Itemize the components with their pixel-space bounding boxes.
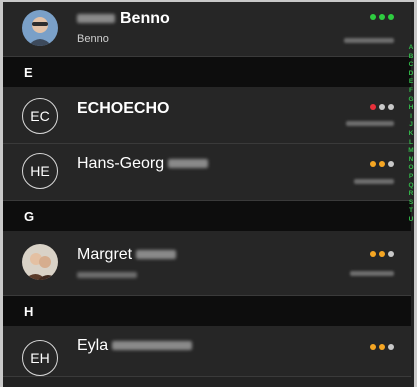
section-header-e: E	[3, 57, 411, 87]
alphabet-index-letter[interactable]: M	[408, 147, 413, 156]
alphabet-index-letter[interactable]: C	[409, 61, 414, 70]
section-header-g: G	[3, 201, 411, 231]
alphabet-index-letter[interactable]: T	[409, 207, 413, 216]
contact-avatar-initials: EH	[22, 340, 58, 376]
alphabet-index-letter[interactable]: A	[409, 44, 414, 53]
alphabet-index-letter[interactable]: K	[409, 130, 414, 139]
status-dot-grey	[388, 104, 394, 110]
alphabet-index-letter[interactable]: S	[409, 199, 413, 208]
contact-row-echoecho[interactable]: EC ECHOECHO	[3, 87, 411, 144]
status-dots	[370, 104, 394, 110]
alphabet-index-letter[interactable]: J	[409, 121, 413, 130]
contact-name: Eyla	[77, 337, 193, 355]
status-dot-grey	[388, 251, 394, 257]
status-dot-orange	[370, 344, 376, 350]
alphabet-index-letter[interactable]: G	[408, 96, 413, 105]
redacted-id	[344, 38, 394, 43]
status-dot-green	[388, 14, 394, 20]
section-header-h: H	[3, 296, 411, 326]
section-letter: G	[24, 209, 35, 224]
status-dot-orange	[379, 251, 385, 257]
section-letter: H	[24, 304, 34, 319]
alphabet-index-letter[interactable]: D	[409, 70, 414, 79]
alphabet-index[interactable]: ABCDEFGHIJKLMNOPQRSTU	[406, 44, 416, 224]
status-dot-green	[379, 14, 385, 20]
contact-list: Benno Benno E EC ECHOECHO HE Hans-Georg	[3, 2, 411, 377]
status-dots	[370, 14, 394, 20]
alphabet-index-letter[interactable]: P	[409, 173, 413, 182]
status-dot-orange	[370, 251, 376, 257]
alphabet-index-letter[interactable]: H	[409, 104, 414, 113]
contact-avatar-photo	[22, 10, 58, 46]
contact-avatar-initials: HE	[22, 153, 58, 189]
alphabet-index-letter[interactable]: L	[409, 139, 413, 148]
status-dot-grey	[388, 344, 394, 350]
alphabet-index-letter[interactable]: E	[409, 78, 413, 87]
contact-row-margret[interactable]: Margret	[3, 231, 411, 296]
contact-subtitle	[77, 269, 137, 281]
status-dot-grey	[388, 161, 394, 167]
status-dot-orange	[379, 344, 385, 350]
alphabet-index-letter[interactable]: O	[408, 164, 413, 173]
status-dot-orange	[370, 161, 376, 167]
status-dot-grey	[379, 104, 385, 110]
contact-avatar-photo	[22, 244, 58, 280]
redacted-id	[350, 271, 394, 276]
status-dot-orange	[379, 161, 385, 167]
contact-subtitle: Benno	[77, 33, 109, 45]
contact-name: Margret	[77, 246, 177, 264]
contact-row-benno[interactable]: Benno Benno	[3, 2, 411, 57]
alphabet-index-letter[interactable]: F	[409, 87, 413, 96]
redacted-id	[354, 179, 394, 184]
status-dots	[370, 344, 394, 350]
alphabet-index-letter[interactable]: B	[409, 53, 414, 62]
redacted-id	[346, 121, 394, 126]
alphabet-index-letter[interactable]: U	[409, 216, 414, 225]
contact-row-eyla[interactable]: EH Eyla	[3, 326, 411, 377]
alphabet-index-letter[interactable]: R	[409, 190, 414, 199]
status-dots	[370, 251, 394, 257]
alphabet-index-letter[interactable]: I	[410, 113, 412, 122]
status-dot-red	[370, 104, 376, 110]
alphabet-index-letter[interactable]: N	[409, 156, 414, 165]
status-dot-green	[370, 14, 376, 20]
alphabet-index-letter[interactable]: Q	[408, 182, 413, 191]
contact-row-hans-georg[interactable]: HE Hans-Georg	[3, 144, 411, 201]
status-dots	[370, 161, 394, 167]
contact-name: ECHOECHO	[77, 100, 170, 117]
section-letter: E	[24, 65, 33, 80]
contact-name: Benno	[77, 10, 170, 28]
contact-avatar-initials: EC	[22, 98, 58, 134]
contact-name: Hans-Georg	[77, 155, 209, 173]
